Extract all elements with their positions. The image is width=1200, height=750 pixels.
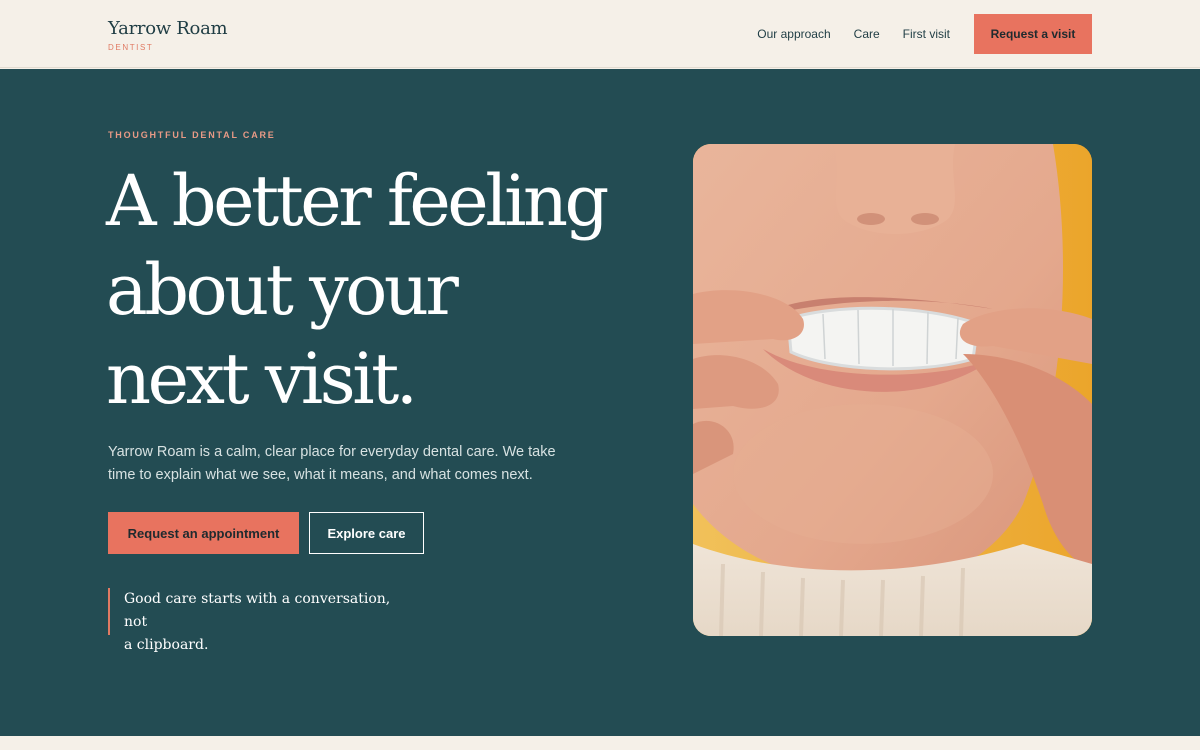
explore-care-button[interactable]: Explore care [309,512,424,554]
nav-link-first-visit[interactable]: First visit [903,14,950,54]
request-visit-button[interactable]: Request a visit [974,14,1092,54]
quote-line-1: Good care starts with a conversation, no… [124,591,391,630]
brand-logo[interactable]: Yarrow Roam DENTIST [108,18,228,52]
clear-aligner-illustration [693,144,1092,636]
hero-quote: Good care starts with a conversation, no… [108,588,408,653]
quote-line-2: a clipboard. [124,637,209,653]
nav-link-care[interactable]: Care [854,14,880,54]
hero-description: Yarrow Roam is a calm, clear place for e… [108,444,556,483]
hero-headline: A better feeling about your next visit. [106,157,666,424]
headline-line-3: next visit. [106,338,418,420]
hero-section: THOUGHTFUL DENTAL CARE A better feeling … [0,69,1200,736]
brand-name: Yarrow Roam [108,18,228,39]
main-nav: Our approach Care First visit Request a … [757,14,1092,54]
brand-subtitle: DENTIST [108,43,154,52]
request-appointment-button[interactable]: Request an appointment [108,512,299,554]
headline-line-1: A better feeling [106,160,609,242]
hero-photo [693,144,1092,636]
site-header: Yarrow Roam DENTIST Our approach Care Fi… [0,0,1200,68]
page-bottom-strip [0,736,1200,750]
nav-link-our-approach[interactable]: Our approach [757,14,830,54]
headline-line-2: about your [106,249,459,331]
hero-eyebrow: THOUGHTFUL DENTAL CARE [108,130,276,140]
